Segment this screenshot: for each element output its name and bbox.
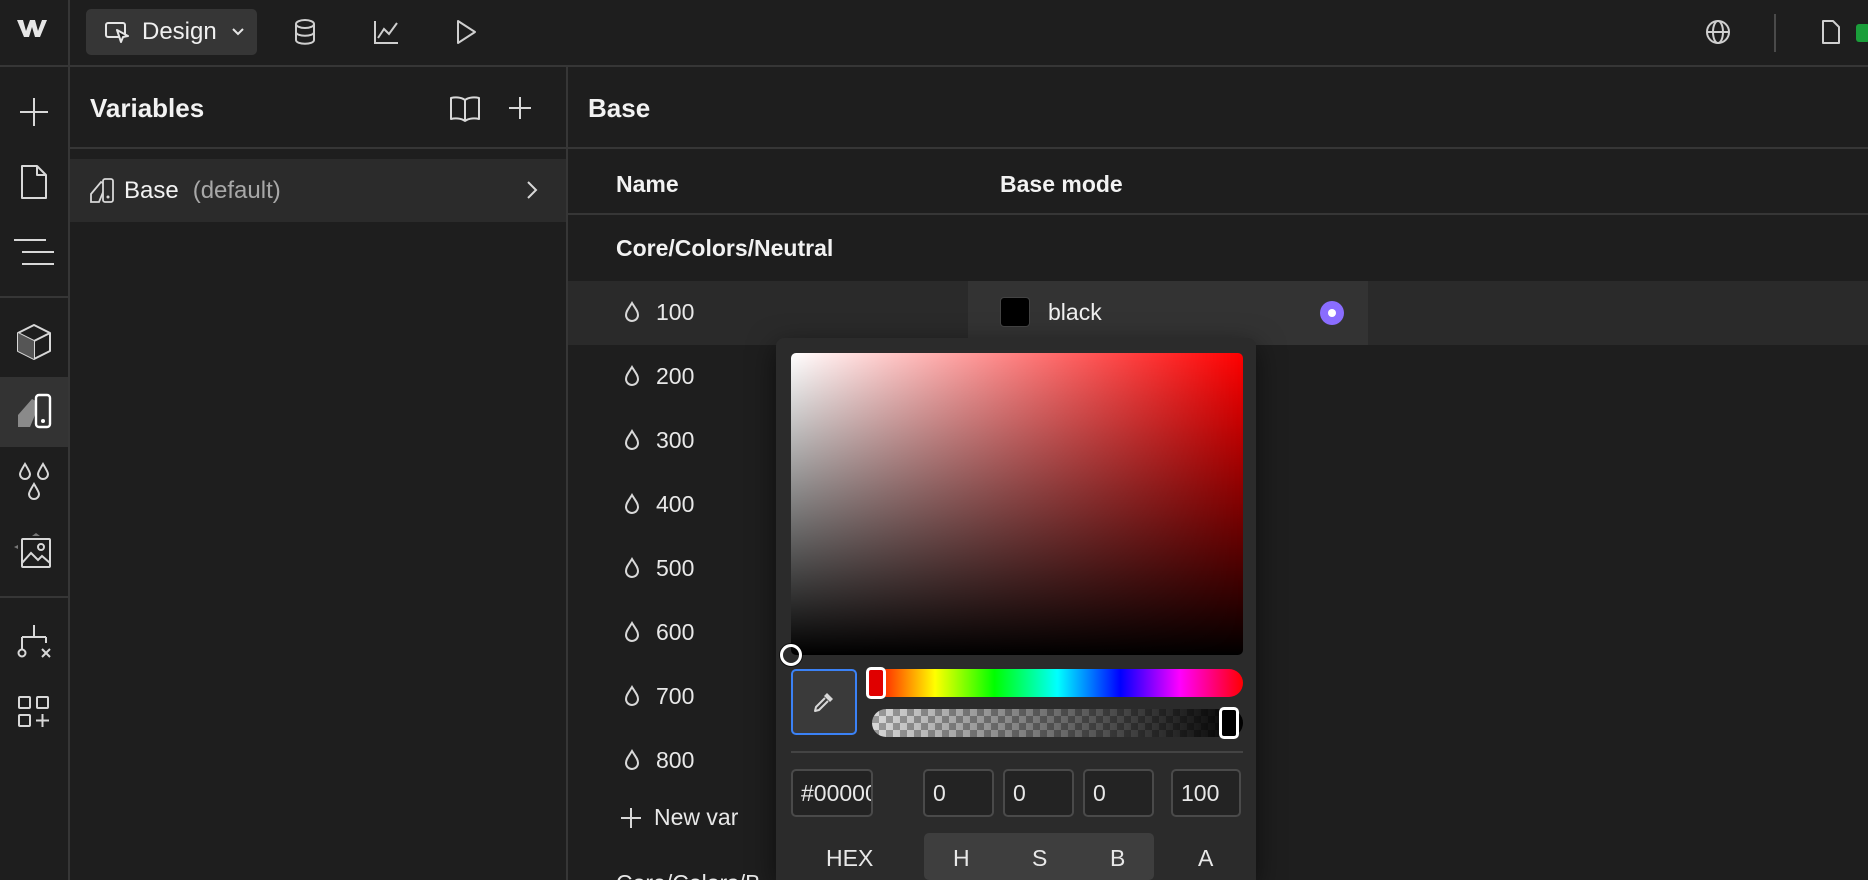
column-header-name: Name	[616, 171, 679, 197]
navigator-icon	[14, 237, 54, 267]
color-drop-icon	[624, 301, 640, 323]
topbar-separator	[1774, 14, 1776, 52]
variable-name: 200	[656, 363, 695, 389]
top-bar: Design	[0, 0, 1868, 67]
rail-assets-button[interactable]	[0, 517, 68, 587]
apps-icon	[17, 695, 51, 729]
assets-icon	[14, 533, 54, 571]
rail-variables-button[interactable]	[0, 377, 68, 447]
variable-name: 800	[656, 747, 695, 773]
h-mode-label[interactable]: H	[953, 845, 970, 872]
panel-title: Variables	[90, 93, 205, 123]
color-drop-icon	[624, 749, 640, 771]
rail-divider	[0, 596, 68, 598]
a-mode-label[interactable]: A	[1198, 845, 1213, 872]
design-mode-dropdown[interactable]: Design	[86, 9, 257, 55]
chevron-right-icon	[526, 180, 538, 200]
play-icon[interactable]	[454, 18, 478, 46]
color-drop-icon	[624, 365, 640, 387]
color-drop-icon	[624, 685, 640, 707]
design-mode-label: Design	[142, 18, 217, 45]
alpha-input[interactable]: 100	[1171, 769, 1241, 817]
color-drop-icon	[624, 557, 640, 579]
eyedropper-button[interactable]	[791, 669, 857, 735]
rail-divider	[0, 296, 68, 298]
rail-add-button[interactable]	[0, 77, 68, 147]
eyedropper-icon	[811, 689, 837, 715]
variable-name: 600	[656, 619, 695, 645]
b-mode-label[interactable]: B	[1110, 845, 1125, 872]
alpha-slider[interactable]	[872, 709, 1243, 737]
new-variable-button[interactable]: New variab	[620, 804, 738, 831]
rail-pages-button[interactable]	[0, 147, 68, 217]
hex-mode-label[interactable]: HEX	[826, 845, 873, 872]
group-label[interactable]: Core/Colors/Neutral	[616, 235, 833, 262]
picker-divider	[791, 751, 1243, 753]
logic-icon	[16, 623, 52, 661]
variable-name: 400	[656, 491, 695, 517]
variables-icon	[16, 393, 52, 431]
color-drop-icon	[624, 493, 640, 515]
pages-icon	[19, 164, 49, 200]
topbar-divider	[68, 0, 70, 67]
globe-icon[interactable]	[1704, 18, 1732, 46]
page-icon[interactable]	[1820, 18, 1842, 46]
group-label[interactable]: Core/Colors/B...	[616, 870, 780, 880]
color-drop-icon	[624, 621, 640, 643]
table-row[interactable]: 100 black	[568, 281, 1868, 345]
alpha-handle[interactable]	[1219, 707, 1239, 739]
chevron-down-icon	[231, 27, 245, 37]
color-picker-popover: #000000 0 0 0 100 HEX H S B A	[776, 338, 1256, 880]
collection-title: Base	[588, 93, 651, 123]
add-icon	[18, 96, 50, 128]
analytics-icon[interactable]	[372, 18, 400, 46]
variables-panel: Variables Base (default)	[70, 67, 568, 880]
variable-name: 500	[656, 555, 695, 581]
default-tag: (default)	[192, 176, 281, 204]
variable-name: 300	[656, 427, 695, 453]
styles-icon	[17, 462, 51, 502]
hue-input[interactable]: 0	[923, 769, 994, 817]
mode-indicator[interactable]	[1320, 301, 1344, 325]
webflow-logo[interactable]	[16, 17, 48, 39]
s-mode-label[interactable]: S	[1032, 845, 1047, 872]
components-icon	[16, 323, 52, 361]
new-variable-label: New variab	[654, 804, 738, 830]
column-header-mode[interactable]: Base mode	[1000, 171, 1123, 198]
variable-value-cell[interactable]: black	[968, 281, 1368, 345]
book-icon[interactable]	[449, 95, 481, 123]
color-swatch	[1000, 297, 1030, 327]
color-mode-toggle: HEX H S B A	[776, 833, 1256, 880]
saturation-brightness-handle[interactable]	[780, 644, 802, 666]
rail-logic-button[interactable]	[0, 607, 68, 677]
left-rail	[0, 67, 70, 880]
variable-value: black	[1048, 299, 1102, 325]
database-icon[interactable]	[292, 18, 318, 46]
collection-header: Base	[568, 67, 1868, 149]
brightness-input[interactable]: 0	[1083, 769, 1154, 817]
saturation-brightness-area[interactable]	[791, 353, 1243, 655]
variable-name: 100	[656, 299, 695, 325]
publish-status-badge	[1856, 24, 1868, 42]
rail-navigator-button[interactable]	[0, 217, 68, 287]
collection-item-base[interactable]: Base (default)	[70, 159, 566, 222]
rail-components-button[interactable]	[0, 307, 68, 377]
collection-name: Base	[124, 176, 179, 204]
color-drop-icon	[624, 429, 640, 451]
hue-handle[interactable]	[866, 667, 886, 699]
rail-apps-button[interactable]	[0, 677, 68, 747]
design-cursor-icon	[104, 20, 130, 44]
saturation-input[interactable]: 0	[1003, 769, 1074, 817]
hex-input[interactable]: #000000	[791, 769, 873, 817]
rail-styles-button[interactable]	[0, 447, 68, 517]
hue-slider[interactable]	[872, 669, 1243, 697]
variable-name: 700	[656, 683, 695, 709]
add-collection-button[interactable]	[507, 95, 533, 121]
add-icon	[620, 807, 642, 829]
variables-header: Variables	[70, 67, 566, 149]
column-headers: Name Base mode	[568, 151, 1868, 215]
variables-icon	[90, 177, 114, 204]
